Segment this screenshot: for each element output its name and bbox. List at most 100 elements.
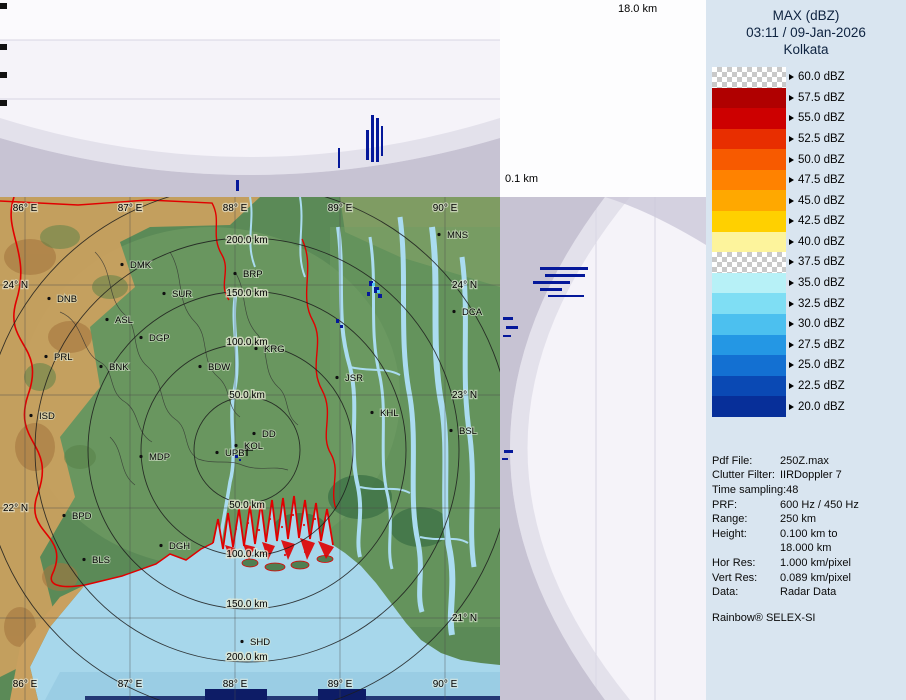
info-row: Time sampling:48	[712, 483, 906, 498]
station-label: KOL	[244, 441, 263, 452]
legend-row: 32.5 dBZ	[712, 293, 900, 314]
longitude-label: 90° E	[433, 203, 458, 214]
info-value: IIRDoppler 7	[780, 468, 842, 483]
product-info-table: Pdf File:250Z.maxClutter Filter:IIRDoppl…	[712, 454, 906, 600]
radar-display-window: 18.0 km 0.1 km	[0, 0, 906, 700]
radar-echo	[545, 274, 585, 277]
station-dot	[233, 272, 236, 275]
info-label: Vert Res:	[712, 571, 780, 586]
longitude-label: 87° E	[118, 679, 143, 690]
station-dot	[139, 455, 142, 458]
station-dot	[82, 558, 85, 561]
station-label: BLS	[92, 555, 110, 566]
station-label: MNS	[447, 230, 468, 241]
latitude-label: 23° N	[452, 390, 477, 401]
station-label: BRP	[243, 269, 263, 280]
info-label	[712, 541, 780, 556]
info-label: Height:	[712, 527, 780, 542]
legend-swatch	[712, 149, 786, 170]
station-label: ASL	[115, 315, 133, 326]
station-dot	[215, 451, 218, 454]
info-label: Hor Res:	[712, 556, 780, 571]
legend-row: 60.0 dBZ	[712, 67, 900, 88]
station-label: MDP	[149, 452, 170, 463]
dbz-color-scale: 60.0 dBZ 57.5 dBZ 55.0 dBZ 52.5 dBZ 50.0 dBZ…	[712, 67, 900, 417]
info-label: Range:	[712, 512, 780, 527]
legend-swatch	[712, 314, 786, 335]
radar-echo	[336, 319, 339, 323]
legend-row: 22.5 dBZ	[712, 376, 900, 397]
info-value: 0.100 km to	[780, 527, 837, 542]
station-dot	[240, 640, 243, 643]
radar-echo	[381, 126, 383, 156]
range-ring-label: 100.0 km	[226, 337, 267, 348]
info-panel: MAX (dBZ) 03:11 / 09-Jan-2026 Kolkata 60…	[706, 0, 906, 700]
legend-row: 45.0 dBZ	[712, 190, 900, 211]
legend-swatch	[712, 335, 786, 356]
legend-label: 42.5 dBZ	[798, 215, 845, 227]
height-scale-corner: 18.0 km 0.1 km	[500, 0, 706, 197]
legend-row: 47.5 dBZ	[712, 170, 900, 191]
info-label: Data:	[712, 585, 780, 600]
radar-echo	[366, 130, 369, 160]
legend-label: 37.5 dBZ	[798, 256, 845, 268]
station-dot	[437, 233, 440, 236]
legend-label: 47.5 dBZ	[798, 174, 845, 186]
latitude-label: 24° N	[452, 280, 477, 291]
radar-map: 200.0 km150.0 km100.0 km50.0 km50.0 km10…	[0, 197, 500, 700]
radar-echo	[504, 450, 513, 453]
station-label: DGH	[169, 541, 190, 552]
legend-tick-arrow-icon	[789, 95, 794, 101]
range-ring-label: 50.0 km	[229, 390, 265, 401]
station-dot	[370, 411, 373, 414]
range-ring-label: 150.0 km	[226, 288, 267, 299]
legend-row: 50.0 dBZ	[712, 149, 900, 170]
station-dot	[335, 376, 338, 379]
radar-echo	[371, 115, 374, 162]
info-label: Clutter Filter:	[712, 468, 780, 483]
station-dot	[99, 365, 102, 368]
legend-tick-arrow-icon	[789, 239, 794, 245]
station-label: BPD	[72, 511, 92, 522]
legend-label: 52.5 dBZ	[798, 133, 845, 145]
radar-echo	[367, 292, 370, 296]
vertical-projection-right-panel	[500, 197, 706, 700]
right-panel-canvas	[500, 197, 706, 700]
info-value: 48	[786, 483, 798, 498]
min-height-label: 0.1 km	[505, 173, 538, 185]
info-value: 250 km	[780, 512, 816, 527]
legend-swatch	[712, 396, 786, 417]
legend-label: 22.5 dBZ	[798, 380, 845, 392]
legend-swatch	[712, 67, 786, 88]
legend-swatch	[712, 108, 786, 129]
legend-label: 25.0 dBZ	[798, 359, 845, 371]
legend-tick-arrow-icon	[789, 342, 794, 348]
legend-swatch	[712, 273, 786, 294]
radar-echo	[239, 459, 241, 461]
info-row: PRF:600 Hz / 450 Hz	[712, 498, 906, 513]
legend-label: 32.5 dBZ	[798, 298, 845, 310]
legend-tick-arrow-icon	[789, 136, 794, 142]
legend-tick-arrow-icon	[789, 301, 794, 307]
legend-label: 55.0 dBZ	[798, 112, 845, 124]
legend-label: 50.0 dBZ	[798, 154, 845, 166]
station-label: BNK	[109, 362, 129, 373]
station-label: ISD	[39, 411, 55, 422]
info-row: Data:Radar Data	[712, 585, 906, 600]
info-row: Vert Res:0.089 km/pixel	[712, 571, 906, 586]
info-value: 600 Hz / 450 Hz	[780, 498, 859, 513]
legend-swatch	[712, 376, 786, 397]
radar-echo	[506, 326, 518, 329]
station-dot	[62, 514, 65, 517]
station-dot	[234, 444, 237, 447]
legend-row: 42.5 dBZ	[712, 211, 900, 232]
legend-row: 57.5 dBZ	[712, 88, 900, 109]
radar-echo	[540, 267, 588, 270]
legend-row: 25.0 dBZ	[712, 355, 900, 376]
station-label: KHL	[380, 408, 398, 419]
legend-label: 60.0 dBZ	[798, 71, 845, 83]
station-label: DGP	[149, 333, 170, 344]
legend-tick-arrow-icon	[789, 177, 794, 183]
latitude-label: 21° N	[452, 613, 477, 624]
product-datetime: 03:11 / 09-Jan-2026	[706, 24, 906, 41]
